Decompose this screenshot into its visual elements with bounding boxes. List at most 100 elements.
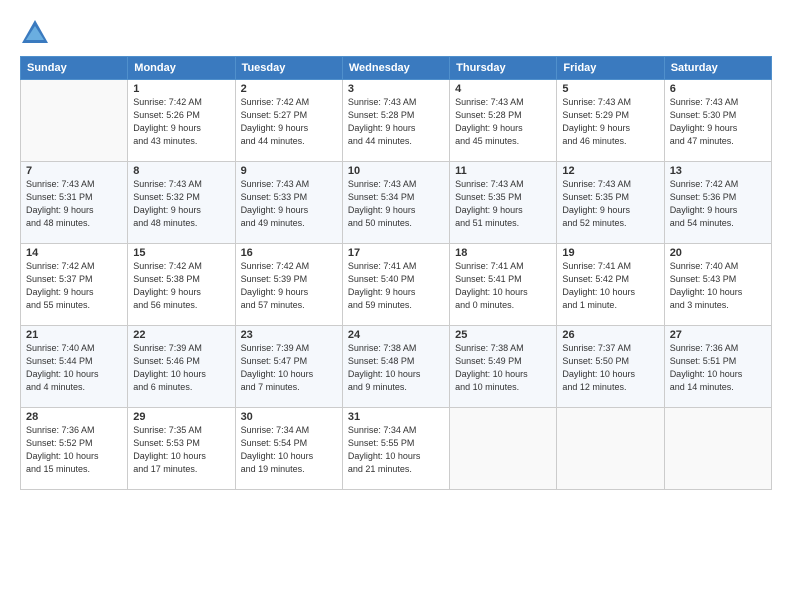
day-content-line: Sunrise: 7:42 AM [241, 97, 310, 107]
day-content-line: Sunset: 5:28 PM [348, 110, 415, 120]
day-content-line: Daylight: 10 hours [241, 369, 314, 379]
day-content: Sunrise: 7:36 AMSunset: 5:52 PMDaylight:… [26, 424, 122, 476]
day-content-line: Daylight: 9 hours [26, 205, 94, 215]
day-content-line: Sunset: 5:53 PM [133, 438, 200, 448]
day-content-line: Sunset: 5:29 PM [562, 110, 629, 120]
weekday-friday: Friday [557, 57, 664, 80]
day-cell: 29Sunrise: 7:35 AMSunset: 5:53 PMDayligh… [128, 408, 235, 490]
day-content-line: Sunrise: 7:38 AM [455, 343, 524, 353]
day-content-line: and 10 minutes. [455, 382, 519, 392]
day-content-line: and 48 minutes. [133, 218, 197, 228]
day-content-line: Daylight: 9 hours [670, 123, 738, 133]
week-row-4: 21Sunrise: 7:40 AMSunset: 5:44 PMDayligh… [21, 326, 772, 408]
day-content: Sunrise: 7:42 AMSunset: 5:39 PMDaylight:… [241, 260, 337, 312]
day-content-line: Sunset: 5:43 PM [670, 274, 737, 284]
day-content: Sunrise: 7:38 AMSunset: 5:48 PMDaylight:… [348, 342, 444, 394]
day-content-line: Sunset: 5:48 PM [348, 356, 415, 366]
day-content-line: Sunrise: 7:43 AM [348, 179, 417, 189]
day-number: 1 [133, 83, 229, 95]
day-number: 14 [26, 247, 122, 259]
day-cell: 18Sunrise: 7:41 AMSunset: 5:41 PMDayligh… [450, 244, 557, 326]
day-content-line: and 6 minutes. [133, 382, 192, 392]
page: SundayMondayTuesdayWednesdayThursdayFrid… [0, 0, 792, 612]
day-content: Sunrise: 7:43 AMSunset: 5:34 PMDaylight:… [348, 178, 444, 230]
day-number: 30 [241, 411, 337, 423]
day-content-line: Sunset: 5:41 PM [455, 274, 522, 284]
day-content-line: and 14 minutes. [670, 382, 734, 392]
day-content: Sunrise: 7:42 AMSunset: 5:27 PMDaylight:… [241, 96, 337, 148]
day-content-line: and 43 minutes. [133, 136, 197, 146]
day-content-line: Daylight: 10 hours [348, 369, 421, 379]
day-content-line: Sunrise: 7:43 AM [455, 97, 524, 107]
day-content-line: Sunset: 5:35 PM [562, 192, 629, 202]
day-cell: 6Sunrise: 7:43 AMSunset: 5:30 PMDaylight… [664, 80, 771, 162]
day-cell: 2Sunrise: 7:42 AMSunset: 5:27 PMDaylight… [235, 80, 342, 162]
day-content: Sunrise: 7:42 AMSunset: 5:37 PMDaylight:… [26, 260, 122, 312]
day-content-line: Daylight: 9 hours [133, 287, 201, 297]
day-cell: 11Sunrise: 7:43 AMSunset: 5:35 PMDayligh… [450, 162, 557, 244]
day-content-line: and 17 minutes. [133, 464, 197, 474]
weekday-header-row: SundayMondayTuesdayWednesdayThursdayFrid… [21, 57, 772, 80]
day-content-line: Sunset: 5:31 PM [26, 192, 93, 202]
week-row-1: 1Sunrise: 7:42 AMSunset: 5:26 PMDaylight… [21, 80, 772, 162]
day-number: 2 [241, 83, 337, 95]
day-cell: 19Sunrise: 7:41 AMSunset: 5:42 PMDayligh… [557, 244, 664, 326]
day-number: 17 [348, 247, 444, 259]
day-content-line: and 50 minutes. [348, 218, 412, 228]
day-cell: 28Sunrise: 7:36 AMSunset: 5:52 PMDayligh… [21, 408, 128, 490]
day-cell: 27Sunrise: 7:36 AMSunset: 5:51 PMDayligh… [664, 326, 771, 408]
weekday-thursday: Thursday [450, 57, 557, 80]
day-content-line: and 19 minutes. [241, 464, 305, 474]
day-content-line: Sunset: 5:28 PM [455, 110, 522, 120]
day-content: Sunrise: 7:39 AMSunset: 5:46 PMDaylight:… [133, 342, 229, 394]
day-content-line: and 57 minutes. [241, 300, 305, 310]
day-content-line: and 4 minutes. [26, 382, 85, 392]
day-content-line: Daylight: 9 hours [241, 287, 309, 297]
day-content-line: Daylight: 10 hours [455, 369, 528, 379]
day-content: Sunrise: 7:41 AMSunset: 5:42 PMDaylight:… [562, 260, 658, 312]
day-number: 29 [133, 411, 229, 423]
day-content-line: Sunset: 5:39 PM [241, 274, 308, 284]
day-cell [557, 408, 664, 490]
day-number: 11 [455, 165, 551, 177]
day-cell [21, 80, 128, 162]
day-content-line: Daylight: 9 hours [455, 205, 523, 215]
day-content-line: Sunrise: 7:39 AM [241, 343, 310, 353]
day-content-line: Daylight: 10 hours [670, 287, 743, 297]
day-cell [664, 408, 771, 490]
day-content: Sunrise: 7:34 AMSunset: 5:54 PMDaylight:… [241, 424, 337, 476]
day-content-line: Sunrise: 7:42 AM [133, 261, 202, 271]
day-content: Sunrise: 7:42 AMSunset: 5:26 PMDaylight:… [133, 96, 229, 148]
day-cell: 30Sunrise: 7:34 AMSunset: 5:54 PMDayligh… [235, 408, 342, 490]
weekday-saturday: Saturday [664, 57, 771, 80]
day-content-line: Sunset: 5:52 PM [26, 438, 93, 448]
day-content-line: Sunrise: 7:43 AM [348, 97, 417, 107]
day-number: 15 [133, 247, 229, 259]
day-cell: 1Sunrise: 7:42 AMSunset: 5:26 PMDaylight… [128, 80, 235, 162]
day-content-line: Sunset: 5:54 PM [241, 438, 308, 448]
day-content: Sunrise: 7:43 AMSunset: 5:28 PMDaylight:… [455, 96, 551, 148]
day-content-line: Sunrise: 7:43 AM [241, 179, 310, 189]
day-content: Sunrise: 7:40 AMSunset: 5:43 PMDaylight:… [670, 260, 766, 312]
day-content-line: and 45 minutes. [455, 136, 519, 146]
day-content-line: Daylight: 9 hours [133, 205, 201, 215]
day-content-line: Sunrise: 7:36 AM [670, 343, 739, 353]
day-cell: 7Sunrise: 7:43 AMSunset: 5:31 PMDaylight… [21, 162, 128, 244]
day-content-line: Sunset: 5:38 PM [133, 274, 200, 284]
day-content-line: Sunrise: 7:41 AM [455, 261, 524, 271]
day-content: Sunrise: 7:39 AMSunset: 5:47 PMDaylight:… [241, 342, 337, 394]
day-number: 26 [562, 329, 658, 341]
weekday-sunday: Sunday [21, 57, 128, 80]
day-content-line: Sunrise: 7:40 AM [26, 343, 95, 353]
day-content: Sunrise: 7:43 AMSunset: 5:29 PMDaylight:… [562, 96, 658, 148]
day-content-line: Sunrise: 7:42 AM [133, 97, 202, 107]
day-content: Sunrise: 7:40 AMSunset: 5:44 PMDaylight:… [26, 342, 122, 394]
day-number: 28 [26, 411, 122, 423]
day-content-line: Sunrise: 7:36 AM [26, 425, 95, 435]
day-content-line: Sunset: 5:46 PM [133, 356, 200, 366]
day-content-line: and 46 minutes. [562, 136, 626, 146]
day-cell: 22Sunrise: 7:39 AMSunset: 5:46 PMDayligh… [128, 326, 235, 408]
day-number: 10 [348, 165, 444, 177]
day-content-line: Sunset: 5:37 PM [26, 274, 93, 284]
logo-icon [20, 18, 50, 48]
